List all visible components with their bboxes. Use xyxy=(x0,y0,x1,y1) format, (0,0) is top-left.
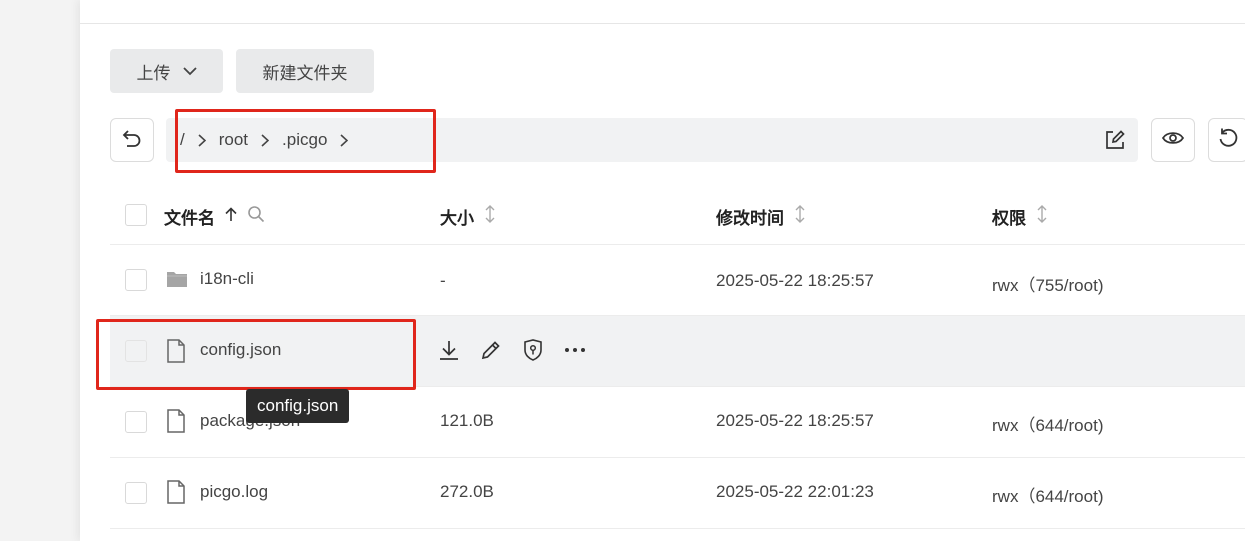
file-name[interactable]: i18n-cli xyxy=(200,269,254,289)
file-size: 121.0B xyxy=(440,411,494,430)
new-folder-button-label: 新建文件夹 xyxy=(262,63,348,83)
refresh-icon xyxy=(1217,127,1239,154)
breadcrumb-root[interactable]: / xyxy=(180,130,185,150)
file-modified: 2025-05-22 22:01:23 xyxy=(716,482,874,501)
back-button[interactable] xyxy=(110,118,154,162)
upload-button-label: 上传 xyxy=(136,63,171,83)
column-header-name-label: 文件名 xyxy=(164,209,215,228)
file-size: 272.0B xyxy=(440,482,494,501)
row-checkbox[interactable] xyxy=(125,340,147,362)
eye-icon xyxy=(1162,130,1184,151)
column-header-modified[interactable]: 修改时间 xyxy=(716,204,806,229)
file-size: - xyxy=(440,271,446,290)
breadcrumb-item-root[interactable]: root xyxy=(219,130,248,150)
sort-icon[interactable] xyxy=(1036,205,1048,228)
row-checkbox[interactable] xyxy=(125,411,147,433)
column-header-size[interactable]: 大小 xyxy=(440,204,496,229)
column-header-permission[interactable]: 权限 xyxy=(992,204,1048,229)
file-permission[interactable]: rwx（755/root) xyxy=(992,271,1103,296)
file-modified: 2025-05-22 18:25:57 xyxy=(716,411,874,430)
file-icon xyxy=(166,480,186,509)
column-header-modified-label: 修改时间 xyxy=(716,209,784,228)
select-all-checkbox[interactable] xyxy=(125,204,147,226)
path-bar[interactable]: / root .picgo xyxy=(166,118,1138,162)
table-header: 文件名 大小 修改时间 权限 xyxy=(110,186,1245,245)
column-header-name[interactable]: 文件名 xyxy=(164,204,265,229)
download-icon[interactable] xyxy=(438,339,460,361)
table-row[interactable]: config.json xyxy=(110,316,1245,387)
file-icon xyxy=(166,339,186,368)
search-icon[interactable] xyxy=(247,205,265,228)
file-modified: 2025-05-22 18:25:57 xyxy=(716,271,874,290)
chevron-right-icon xyxy=(198,133,206,147)
shield-icon[interactable] xyxy=(522,339,544,361)
filename-tooltip: config.json xyxy=(246,389,350,423)
edit-icon[interactable] xyxy=(1104,129,1126,156)
file-permission[interactable]: rwx（644/root) xyxy=(992,482,1103,507)
row-checkbox[interactable] xyxy=(125,482,147,504)
sort-icon[interactable] xyxy=(794,205,806,228)
file-permission[interactable]: rwx（644/root) xyxy=(992,411,1103,436)
row-checkbox[interactable] xyxy=(125,269,147,291)
file-manager-panel: 上传 新建文件夹 / root .picgo 文件名 大小 修改时间 权限 i1… xyxy=(80,0,1245,541)
file-name[interactable]: config.json xyxy=(200,340,281,360)
undo-icon xyxy=(121,127,143,154)
row-actions xyxy=(438,339,586,361)
chevron-right-icon xyxy=(261,133,270,147)
more-icon[interactable] xyxy=(564,339,586,361)
pencil-icon[interactable] xyxy=(480,339,502,361)
column-header-size-label: 大小 xyxy=(440,209,474,228)
chevron-right-icon xyxy=(340,133,349,147)
table-row[interactable]: i18n-cli - 2025-05-22 18:25:57 rwx（755/r… xyxy=(110,245,1245,316)
sort-icon[interactable] xyxy=(484,205,496,228)
breadcrumb: / root .picgo xyxy=(180,130,361,150)
breadcrumb-item-picgo[interactable]: .picgo xyxy=(282,130,327,150)
new-folder-button[interactable]: 新建文件夹 xyxy=(236,49,374,93)
table-row[interactable]: picgo.log 272.0B 2025-05-22 22:01:23 rwx… xyxy=(110,458,1245,529)
column-header-permission-label: 权限 xyxy=(992,209,1026,228)
upload-button[interactable]: 上传 xyxy=(110,49,223,93)
view-toggle-button[interactable] xyxy=(1151,118,1195,162)
chevron-down-icon xyxy=(182,61,197,81)
file-icon xyxy=(166,409,186,438)
folder-icon xyxy=(166,269,188,294)
divider xyxy=(80,23,1245,24)
file-name[interactable]: picgo.log xyxy=(200,482,268,502)
arrow-up-icon[interactable] xyxy=(225,206,237,227)
refresh-button[interactable] xyxy=(1208,118,1245,162)
